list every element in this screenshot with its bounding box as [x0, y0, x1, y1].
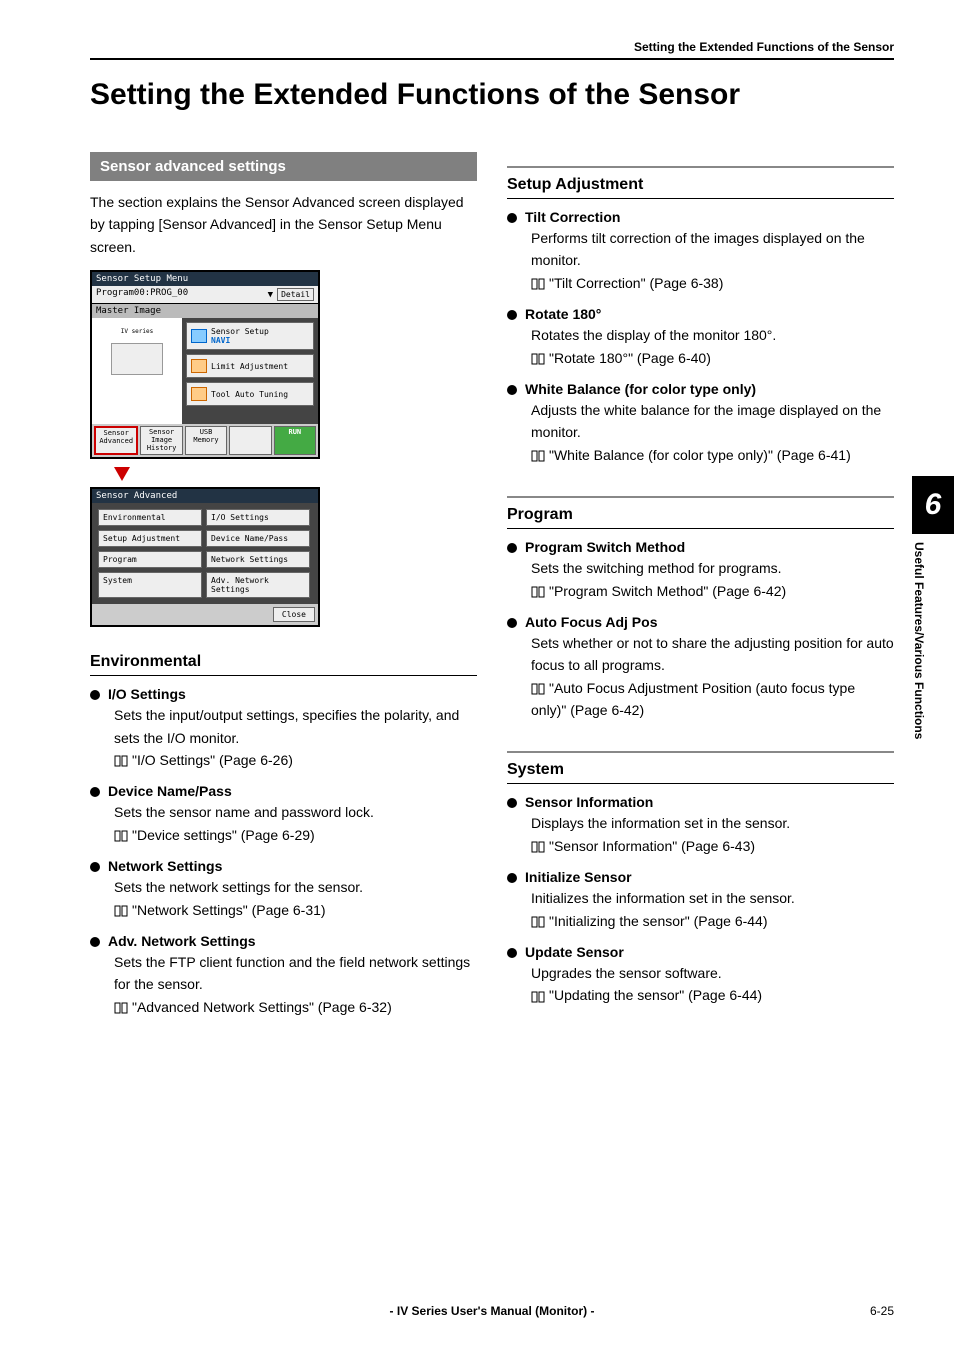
item-rotate-180: Rotate 180° Rotates the display of the m…	[507, 306, 894, 369]
chapter-label: Useful Features/Various Functions	[912, 534, 938, 802]
heading-system: System	[507, 751, 894, 784]
shot1-tool-auto-tuning-btn[interactable]: Tool Auto Tuning	[186, 382, 314, 406]
item-tilt-correction: Tilt Correction Performs tilt correction…	[507, 209, 894, 294]
shot2-btn-io-settings[interactable]: I/O Settings	[206, 509, 310, 526]
shot1-sensor-setup-btn[interactable]: Sensor Setup NAVI	[186, 322, 314, 350]
section-sensor-advanced-settings: Sensor advanced settings	[90, 152, 477, 181]
book-icon	[531, 278, 545, 290]
ref-device-settings: "Device settings" (Page 6-29)	[132, 827, 315, 843]
bullet-icon	[507, 618, 517, 628]
book-icon	[531, 991, 545, 1003]
book-icon	[114, 905, 128, 917]
bullet-icon	[507, 385, 517, 395]
book-icon	[531, 916, 545, 928]
book-icon	[531, 353, 545, 365]
intro-text: The section explains the Sensor Advanced…	[90, 191, 477, 258]
footer-page-number: 6-25	[870, 1304, 894, 1318]
shot1-master-image: IV series	[92, 318, 182, 424]
footer-center: - IV Series User's Manual (Monitor) -	[90, 1304, 894, 1318]
shot2-btn-program[interactable]: Program	[98, 551, 202, 568]
bullet-icon	[507, 543, 517, 553]
bullet-icon	[507, 948, 517, 958]
ref-io-settings: "I/O Settings" (Page 6-26)	[132, 752, 293, 768]
book-icon	[531, 683, 545, 695]
item-white-balance: White Balance (for color type only) Adju…	[507, 381, 894, 466]
ref-auto-focus-adj-pos: "Auto Focus Adjustment Position (auto fo…	[531, 680, 855, 718]
item-sensor-information: Sensor Information Displays the informat…	[507, 794, 894, 857]
bullet-icon	[90, 862, 100, 872]
item-adv-network-settings: Adv. Network Settings Sets the FTP clien…	[90, 933, 477, 1018]
page-footer: - IV Series User's Manual (Monitor) - 6-…	[90, 1304, 894, 1318]
heading-environmental: Environmental	[90, 653, 477, 676]
bullet-icon	[90, 690, 100, 700]
shot2-btn-setup-adjustment[interactable]: Setup Adjustment	[98, 530, 202, 547]
shot1-limit-adjustment-btn[interactable]: Limit Adjustment	[186, 354, 314, 378]
book-icon	[531, 586, 545, 598]
shot1-run-btn[interactable]: RUN	[274, 426, 316, 455]
bullet-icon	[507, 213, 517, 223]
book-icon	[114, 830, 128, 842]
shot1-usb-memory-btn[interactable]: USB Memory	[185, 426, 227, 455]
item-update-sensor: Update Sensor Upgrades the sensor softwa…	[507, 944, 894, 1007]
item-program-switch-method: Program Switch Method Sets the switching…	[507, 539, 894, 602]
book-icon	[531, 841, 545, 853]
shot2-close-btn[interactable]: Close	[273, 607, 315, 622]
item-network-settings: Network Settings Sets the network settin…	[90, 858, 477, 921]
screenshot-sensor-setup-menu: Sensor Setup Menu Program00:PROG_00 ▼ De…	[90, 270, 320, 459]
book-icon	[114, 1002, 128, 1014]
heading-setup-adjustment: Setup Adjustment	[507, 166, 894, 199]
shot1-image-history-btn[interactable]: Sensor Image History	[140, 426, 182, 455]
ref-initialize-sensor: "Initializing the sensor" (Page 6-44)	[549, 913, 768, 929]
arrow-down-icon	[114, 467, 130, 481]
ref-program-switch-method: "Program Switch Method" (Page 6-42)	[549, 583, 786, 599]
item-initialize-sensor: Initialize Sensor Initializes the inform…	[507, 869, 894, 932]
shot1-blank-btn	[229, 426, 271, 455]
ref-rotate-180: "Rotate 180°" (Page 6-40)	[549, 350, 711, 366]
heading-program: Program	[507, 496, 894, 529]
bullet-icon	[90, 787, 100, 797]
ref-sensor-information: "Sensor Information" (Page 6-43)	[549, 838, 755, 854]
shot2-btn-system[interactable]: System	[98, 572, 202, 598]
shot1-program: Program00:PROG_00	[96, 288, 188, 301]
bullet-icon	[507, 310, 517, 320]
item-io-settings: I/O Settings Sets the input/output setti…	[90, 686, 477, 771]
bullet-icon	[507, 873, 517, 883]
page-title: Setting the Extended Functions of the Se…	[90, 78, 894, 112]
ref-network-settings: "Network Settings" (Page 6-31)	[132, 902, 326, 918]
shot1-detail-btn[interactable]: Detail	[277, 288, 314, 301]
shot2-btn-network-settings[interactable]: Network Settings	[206, 551, 310, 568]
shot1-master-label: Master Image	[92, 304, 318, 318]
ref-white-balance: "White Balance (for color type only)" (P…	[549, 447, 851, 463]
shot2-title: Sensor Advanced	[92, 489, 318, 503]
item-auto-focus-adj-pos: Auto Focus Adj Pos Sets whether or not t…	[507, 614, 894, 722]
item-device-name-pass: Device Name/Pass Sets the sensor name an…	[90, 783, 477, 846]
chapter-number: 6	[912, 476, 954, 534]
screenshot-sensor-advanced: Sensor Advanced Environmental I/O Settin…	[90, 487, 320, 627]
ref-tilt-correction: "Tilt Correction" (Page 6-38)	[549, 275, 723, 291]
shot1-title: Sensor Setup Menu	[92, 272, 318, 286]
bullet-icon	[507, 798, 517, 808]
shot2-btn-adv-network-settings[interactable]: Adv. Network Settings	[206, 572, 310, 598]
book-icon	[531, 450, 545, 462]
ref-adv-network-settings: "Advanced Network Settings" (Page 6-32)	[132, 999, 392, 1015]
breadcrumb: Setting the Extended Functions of the Se…	[90, 40, 894, 60]
ref-update-sensor: "Updating the sensor" (Page 6-44)	[549, 987, 762, 1003]
book-icon	[114, 755, 128, 767]
chapter-tab: 6 Useful Features/Various Functions	[912, 476, 954, 802]
shot2-btn-environmental[interactable]: Environmental	[98, 509, 202, 526]
bullet-icon	[90, 937, 100, 947]
shot1-sensor-advanced-btn[interactable]: Sensor Advanced	[94, 426, 138, 455]
shot2-btn-device-name-pass[interactable]: Device Name/Pass	[206, 530, 310, 547]
